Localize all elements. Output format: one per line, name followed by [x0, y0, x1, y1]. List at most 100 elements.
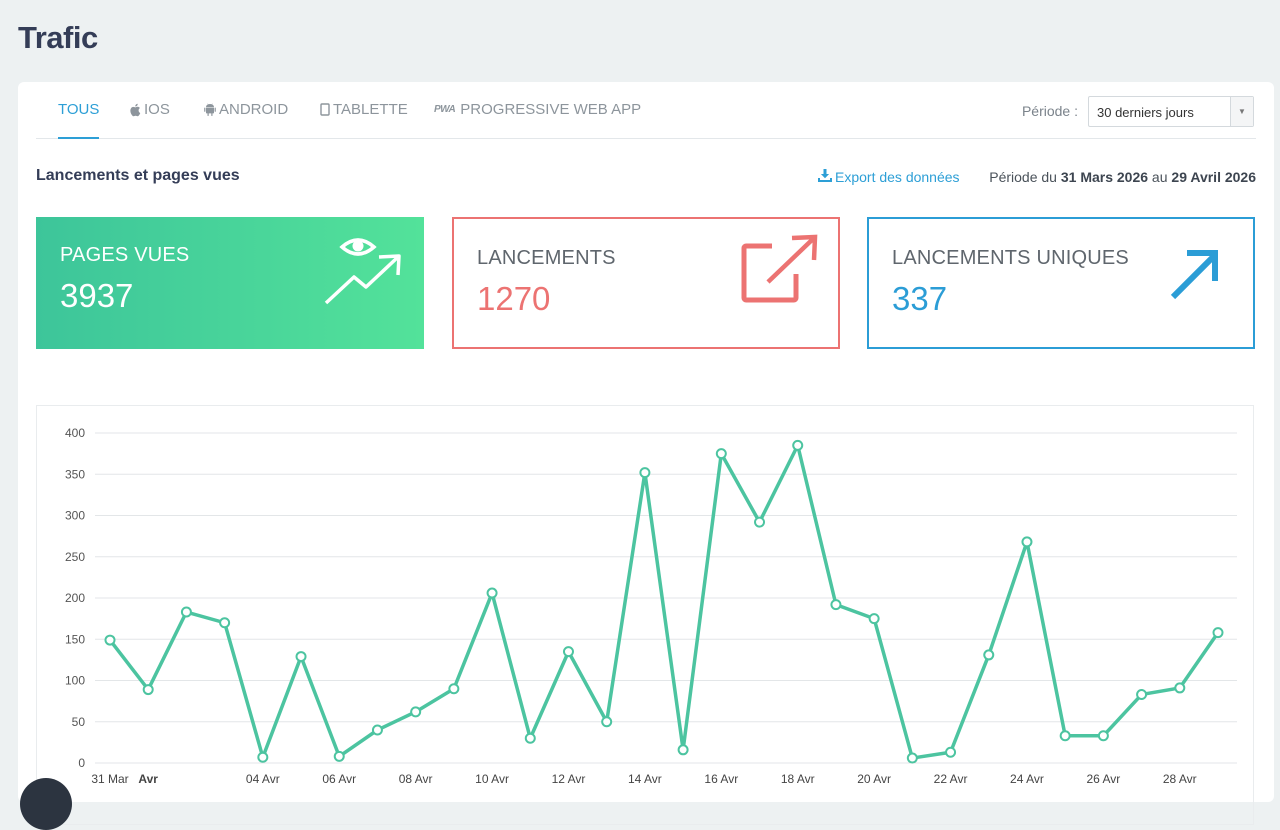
card-label: LANCEMENTS: [477, 247, 616, 269]
y-tick-label: 400: [65, 426, 85, 440]
traffic-panel: TOUS IOS ANDROID TABLETTE PWA PROGRESSIV…: [18, 82, 1274, 825]
series-line: [108, 443, 1220, 760]
page-title: Trafic: [18, 20, 98, 55]
card-lancements: LANCEMENTS 1270: [452, 217, 840, 349]
data-point: [142, 684, 154, 696]
period-middle: au: [1148, 169, 1172, 185]
external-link-icon: [740, 234, 820, 309]
y-tick-label: 150: [65, 632, 85, 646]
data-point: [906, 752, 918, 764]
traffic-line-chart: 0 50 100 150 200 250 300 350 400 31 Mar Avr 04 Avr 0…: [36, 405, 1254, 825]
data-point: [792, 439, 804, 451]
y-tick-label: 350: [65, 467, 85, 481]
android-icon: [204, 103, 216, 116]
y-tick-label: 50: [72, 715, 86, 729]
tab-label: TABLETTE: [333, 100, 408, 118]
data-point: [868, 613, 880, 625]
x-tick-label: 20 Avr: [857, 772, 891, 786]
x-tick-label: 24 Avr: [1010, 772, 1044, 786]
eye-trend-icon: [324, 233, 404, 314]
card-value: 1270: [477, 280, 551, 317]
y-tick-label: 0: [78, 756, 85, 770]
data-point: [333, 750, 345, 762]
data-point: [1136, 689, 1148, 701]
x-tick-label: 28 Avr: [1163, 772, 1197, 786]
data-point: [639, 467, 651, 479]
x-tick-label: 22 Avr: [934, 772, 968, 786]
section-title: Lancements et pages vues: [36, 167, 240, 184]
data-point: [371, 724, 383, 736]
periode-label: Période :: [1021, 103, 1078, 119]
data-point: [1212, 627, 1224, 639]
periode-select[interactable]: 30 derniers jours ▼: [1088, 96, 1254, 127]
period-prefix: Période du: [989, 169, 1061, 185]
tab-label: PROGRESSIVE WEB APP: [460, 100, 642, 118]
x-tick-label: 18 Avr: [781, 772, 815, 786]
data-point: [677, 744, 689, 756]
x-tick-label: Avr: [138, 772, 158, 786]
platform-tabs: TOUS IOS ANDROID TABLETTE PWA PROGRESSIV…: [36, 82, 1256, 139]
data-point: [830, 599, 842, 611]
x-tick-label: 06 Avr: [322, 772, 356, 786]
data-point: [219, 617, 231, 629]
pwa-icon: PWA: [434, 103, 456, 115]
arrow-up-right-icon: [1167, 247, 1223, 308]
data-point: [562, 646, 574, 658]
period-range: Période du 31 Mars 2026 au 29 Avril 2026: [989, 169, 1256, 185]
data-point: [601, 716, 613, 728]
x-tick-label: 10 Avr: [475, 772, 509, 786]
card-label: PAGES VUES: [60, 244, 190, 266]
data-point: [754, 516, 766, 528]
data-point: [524, 732, 536, 744]
card-value: 337: [892, 280, 948, 317]
x-tick-label: 14 Avr: [628, 772, 662, 786]
data-point: [715, 448, 727, 460]
data-point: [486, 587, 498, 599]
y-tick-label: 200: [65, 591, 85, 605]
chevron-down-icon: ▼: [1230, 97, 1253, 126]
data-point: [1059, 730, 1071, 742]
x-tick-label: 31 Mar: [91, 772, 128, 786]
data-point: [983, 649, 995, 661]
download-icon: [818, 169, 832, 185]
period-start: 31 Mars 2026: [1060, 169, 1149, 185]
tab-tous[interactable]: TOUS: [58, 82, 100, 139]
y-tick-label: 300: [65, 509, 85, 523]
card-value: 3937: [60, 277, 134, 314]
data-point: [945, 746, 957, 758]
data-point: [1021, 536, 1033, 548]
x-tick-label: 08 Avr: [399, 772, 433, 786]
x-tick-label: 26 Avr: [1086, 772, 1120, 786]
data-point: [448, 683, 460, 695]
data-point: [180, 606, 192, 618]
card-label: LANCEMENTS UNIQUES: [892, 247, 1129, 269]
chart-svg: 0 50 100 150 200 250 300 350 400 31 Mar Avr 04 Avr 0…: [65, 426, 1237, 786]
export-link[interactable]: Export des données: [818, 169, 960, 185]
data-point: [295, 651, 307, 663]
tab-pwa[interactable]: PWA PROGRESSIVE WEB APP: [434, 82, 641, 137]
x-tick-label: 12 Avr: [552, 772, 586, 786]
apple-icon: [129, 103, 141, 117]
tab-ios[interactable]: IOS: [129, 82, 170, 137]
x-tick-label: 04 Avr: [246, 772, 280, 786]
data-point: [104, 634, 116, 646]
y-tick-label: 100: [65, 674, 85, 688]
card-pages-vues: PAGES VUES 3937: [36, 217, 424, 349]
data-point: [257, 751, 269, 763]
x-tick-label: 16 Avr: [704, 772, 738, 786]
export-label: Export des données: [835, 169, 960, 185]
tab-label: IOS: [144, 100, 170, 118]
period-end: 29 Avril 2026: [1171, 169, 1256, 185]
data-point: [410, 706, 422, 718]
data-point: [1097, 730, 1109, 742]
y-tick-label: 250: [65, 550, 85, 564]
data-point: [1174, 682, 1186, 694]
tablet-icon: [320, 103, 330, 116]
tab-label: TOUS: [58, 100, 100, 118]
tab-label: ANDROID: [219, 100, 289, 118]
card-lancements-uniques: LANCEMENTS UNIQUES 337: [867, 217, 1255, 349]
tab-tablette[interactable]: TABLETTE: [320, 82, 408, 137]
periode-value: 30 derniers jours: [1097, 105, 1194, 120]
tab-android[interactable]: ANDROID: [204, 82, 288, 137]
chat-launcher-button[interactable]: [20, 778, 72, 830]
